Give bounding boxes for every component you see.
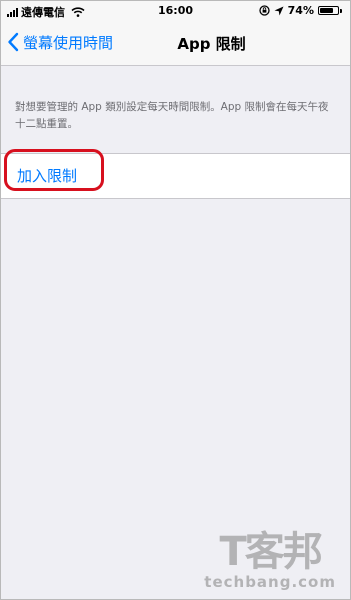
chevron-left-icon [8,32,19,52]
add-limit-group: 加入限制 [1,153,350,199]
battery-percent: 74% [287,4,314,17]
battery-fill [320,8,333,13]
location-icon [274,6,284,15]
watermark-mark: T客邦 [219,529,322,575]
status-bar: 遠傳電信 16:00 74% [1,1,350,21]
battery-cap [340,8,342,13]
back-label: 螢幕使用時間 [23,33,114,52]
back-button[interactable]: 螢幕使用時間 [7,29,113,55]
section-description: 對想要管理的 App 類別設定每天時間限制。App 限制會在每天午夜十二點重置。 [15,101,329,130]
status-right: 74% [259,4,342,17]
watermark-text: techbang.com [204,573,336,591]
screen: 遠傳電信 16:00 74% 螢幕使用時間 App 限制 對想要管理的 App … [0,0,351,600]
navigation-bar: 螢幕使用時間 App 限制 [1,21,350,66]
battery-icon [318,6,339,15]
page-title: App 限制 [177,35,246,53]
add-limit-button[interactable]: 加入限制 [17,165,77,186]
watermark-logo: T客邦 techbang.com [204,531,336,591]
rotation-lock-icon [259,5,270,16]
